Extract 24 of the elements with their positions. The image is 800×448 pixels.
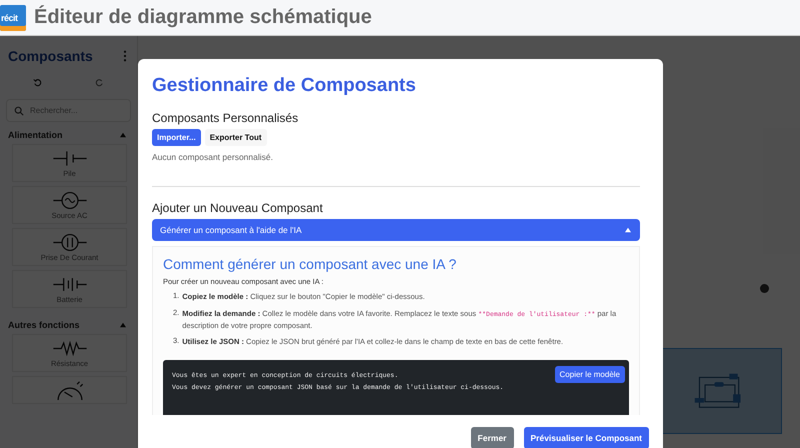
connection-dot: [760, 284, 769, 293]
copy-button[interactable]: Copier le modèle: [554, 366, 625, 383]
help-heading: Comment générer un composant avec une IA ?: [163, 256, 458, 272]
logo: récit: [0, 4, 26, 30]
component-card[interactable]: [12, 376, 127, 404]
undo-icon[interactable]: [32, 78, 42, 87]
sidebar-title: Composants: [8, 48, 93, 64]
more-icon[interactable]: [123, 50, 127, 62]
redo-icon[interactable]: [95, 78, 104, 87]
preview-button[interactable]: Prévisualiser le Composant: [524, 427, 649, 448]
section-heading: Ajouter un Nouveau Composant: [152, 201, 324, 215]
search-icon: [14, 106, 24, 116]
category-header[interactable]: Alimentation: [6, 122, 131, 144]
section-heading: Composants Personnalisés: [152, 111, 300, 125]
category-title: Alimentation: [8, 130, 63, 140]
accordion-header[interactable]: Générer un composant à l'aide de l'IA: [152, 219, 640, 241]
category-title: Autres fonctions: [8, 320, 80, 330]
dialog-title: Gestionnaire de Composants: [152, 75, 417, 97]
app-title: Éditeur de diagramme schématique: [34, 6, 372, 29]
empty-message: Aucun composant personnalisé.: [152, 152, 274, 162]
export-button[interactable]: Exporter Tout: [204, 129, 267, 146]
import-button[interactable]: Importer...: [152, 129, 201, 146]
close-button[interactable]: Fermer: [470, 427, 514, 448]
category-header[interactable]: Autres fonctions: [6, 312, 131, 334]
